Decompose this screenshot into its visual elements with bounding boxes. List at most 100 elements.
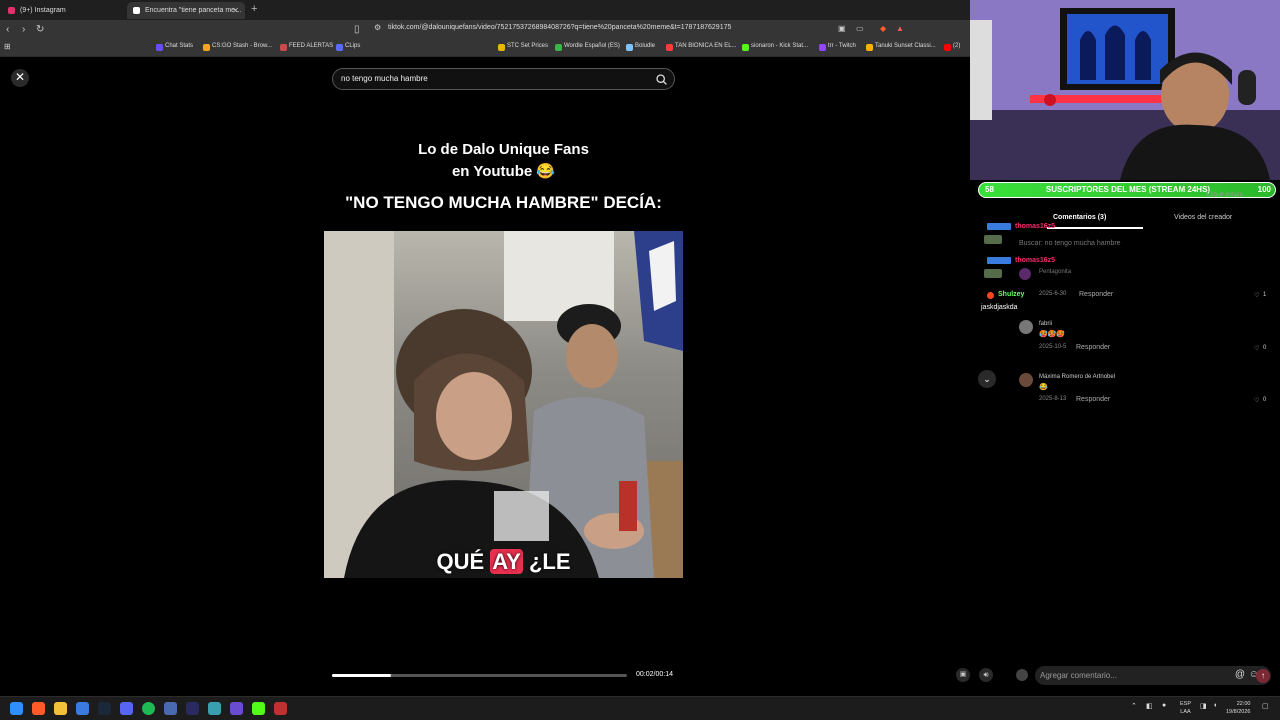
like-icon[interactable]: ♡ — [1254, 292, 1259, 299]
steam-icon[interactable] — [98, 702, 111, 715]
like-icon[interactable]: ♡ — [1254, 397, 1259, 404]
keyboard-layout: LAA — [1180, 709, 1191, 715]
mention-icon[interactable]: @ — [1235, 669, 1245, 680]
bookmark-stc-set-prices[interactable]: STC Set Prices — [498, 43, 549, 51]
back-icon[interactable]: ‹ — [6, 24, 9, 35]
reload-icon[interactable]: ↻ — [36, 24, 44, 35]
tab-creator-videos[interactable]: Videos del creador — [1174, 214, 1232, 221]
like-count: 1 — [1263, 292, 1267, 298]
reply-button[interactable]: Responder — [1076, 344, 1110, 351]
bookmark-icon — [156, 44, 163, 51]
forward-icon[interactable]: › — [22, 24, 25, 35]
translate-icon[interactable]: ▣ — [838, 24, 846, 33]
sub-goal-target: 100 — [1257, 185, 1271, 194]
search-bar[interactable]: no tengo mucha hambre — [332, 68, 675, 90]
bookmark-label: STC Set Prices — [507, 43, 549, 49]
chat-username: Shulzey — [998, 291, 1025, 298]
mic-icon[interactable]: ● — [1162, 702, 1166, 709]
reply-button[interactable]: Responder — [1076, 396, 1110, 403]
video-caption-quote: "NO TENGO MUCHA HAMBRE" DECÍA: — [345, 193, 662, 212]
bookmark-youtube[interactable]: (2) — [944, 43, 960, 51]
search-input[interactable]: no tengo mucha hambre — [341, 74, 428, 83]
report-icon[interactable]: ▣ — [956, 668, 970, 682]
brave-rewards-icon[interactable]: ▲ — [896, 24, 904, 33]
copy-link-button[interactable]: Copiar enlace — [1206, 192, 1243, 198]
bookmark-icon — [498, 44, 505, 51]
video-player[interactable]: Lo de Dalo Unique Fans en Youtube 😂 "NO … — [324, 91, 683, 695]
bookmark-csgo-stash[interactable]: CS:GO Stash - Brow... — [203, 43, 272, 51]
kick-icon[interactable] — [252, 702, 265, 715]
cast-icon[interactable]: ▭ — [856, 24, 864, 33]
bookmark-clips[interactable]: CLips — [336, 43, 361, 51]
start-icon[interactable] — [10, 702, 23, 715]
bookmark-chat-stats[interactable]: Chat Stats — [156, 43, 194, 51]
bookmark-wordle[interactable]: Wordle Español (ES) — [555, 43, 620, 51]
tray-overflow-icon[interactable]: ⌃ — [1131, 702, 1137, 710]
clock[interactable]: 22:00 19/8/2026 — [1226, 700, 1250, 716]
new-tab-button[interactable]: + — [251, 3, 257, 15]
site-info-icon[interactable]: ⚙ — [374, 23, 381, 32]
tab-instagram[interactable]: (9+) Instagram — [2, 2, 122, 19]
bookmark-icon — [336, 44, 343, 51]
app-icon[interactable] — [208, 702, 221, 715]
app-icon[interactable] — [274, 702, 287, 715]
app-icon[interactable] — [164, 702, 177, 715]
video-subtitle: QUÉ AY ¿LE — [324, 549, 683, 575]
avatar — [1019, 373, 1033, 387]
brave-icon[interactable] — [32, 702, 45, 715]
tab-title: Encuentra "tiene panceta me… — [145, 7, 243, 14]
discord-icon[interactable] — [120, 702, 133, 715]
bookmarks-bar: ⊞ Chat Stats CS:GO Stash - Brow... FEED … — [0, 40, 970, 57]
tab-comments[interactable]: Comentarios (3) — [1053, 214, 1106, 221]
notifications-icon[interactable]: ▢ — [1262, 702, 1269, 710]
bookmark-feed-alertas[interactable]: FEED ALERTAS — [280, 43, 333, 51]
bookmark-twitch[interactable]: trr - Twitch — [819, 43, 856, 51]
volume-icon[interactable]: 🔊︎ — [979, 668, 993, 682]
webcam-overlay — [970, 0, 1280, 180]
chat-username: thomas16z5 — [1015, 223, 1056, 230]
wifi-icon[interactable]: ◨ — [1200, 702, 1207, 710]
volume-tray-icon[interactable]: ◖ — [1213, 702, 1217, 709]
tab-tiktok[interactable]: Encuentra "tiene panceta me… ✕ — [127, 2, 245, 19]
app-icon[interactable] — [186, 702, 199, 715]
language-indicator[interactable]: ESP LAA — [1180, 700, 1191, 716]
video-scene — [324, 231, 683, 578]
bookmark-kick-stats[interactable]: sionaron - Kick Stat... — [742, 43, 809, 51]
send-comment-button[interactable]: ↑ — [1256, 669, 1270, 683]
chat-emote-icon — [984, 235, 1002, 244]
like-icon[interactable]: ♡ — [1254, 345, 1259, 352]
browser-tab-bar: (9+) Instagram Encuentra "tiene panceta … — [0, 0, 970, 20]
bookmark-label: CLips — [345, 43, 361, 49]
bookmark-icon — [819, 44, 826, 51]
bookmark-tanuki[interactable]: Tanuki Sunset Classi... — [866, 43, 936, 51]
bookmark-icon — [944, 44, 951, 51]
reply-button[interactable]: Responder — [1079, 291, 1113, 298]
network-icon[interactable]: ◧ — [1146, 702, 1153, 710]
bookmark-label: sionaron - Kick Stat... — [751, 43, 809, 49]
comment-input[interactable]: Agregar comentario... @ ☺ — [1035, 666, 1271, 685]
close-video-button[interactable]: ✕ — [11, 69, 29, 87]
browser-nav-bar: ‹ › ↻ ▯ ⚙ tiktok.com/@dalouniquefans/vid… — [0, 20, 970, 40]
bookmark-icon — [742, 44, 749, 51]
search-icon[interactable] — [655, 73, 668, 86]
apps-grid-icon[interactable]: ⊞ — [4, 42, 11, 51]
bookmark-tan-bionica[interactable]: TAN BIONICA EN EL... — [666, 43, 737, 51]
video-progress-bar[interactable] — [332, 674, 627, 677]
spotify-icon[interactable] — [142, 702, 155, 715]
close-tab-icon[interactable]: ✕ — [232, 2, 239, 19]
address-bar[interactable]: ⚙ tiktok.com/@dalouniquefans/video/75217… — [365, 23, 915, 38]
scroll-down-button[interactable]: ⌄ — [978, 370, 996, 388]
like-count: 0 — [1263, 345, 1267, 351]
app-icon[interactable] — [76, 702, 89, 715]
bookmark-icon — [203, 44, 210, 51]
comment-text: 🥵🥵🥵 — [1039, 331, 1066, 338]
bookmark-boludle[interactable]: Boludle — [626, 43, 655, 51]
app-icon[interactable] — [230, 702, 243, 715]
bookmark-icon[interactable]: ▯ — [354, 24, 360, 35]
brave-shield-icon[interactable]: ◆ — [880, 24, 886, 33]
bookmark-icon — [626, 44, 633, 51]
file-explorer-icon[interactable] — [54, 702, 67, 715]
chat-emote-icon — [984, 269, 1002, 278]
bookmark-label: Chat Stats — [165, 43, 194, 49]
url-text: tiktok.com/@dalouniquefans/video/7521753… — [388, 24, 732, 31]
